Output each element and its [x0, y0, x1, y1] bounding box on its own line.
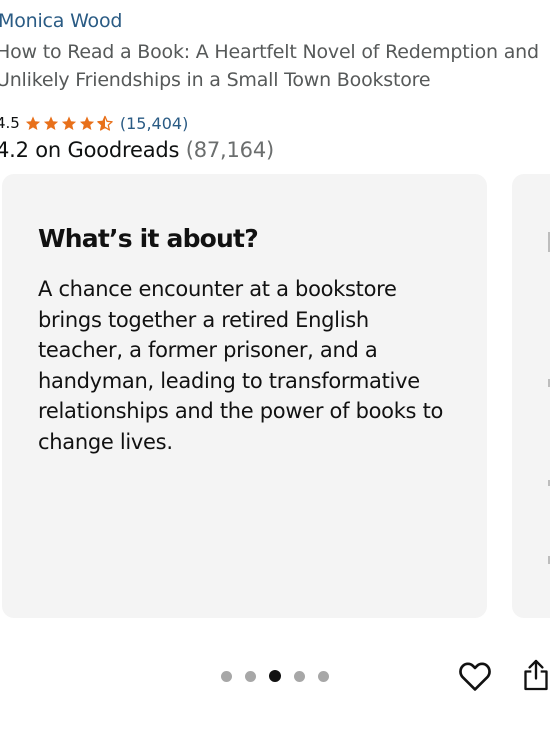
rating-row[interactable]: 4.5 (15,404): [0, 112, 188, 134]
goodreads-rating: 4.2 on Goodreads (87,164): [0, 138, 274, 162]
goodreads-count: (87,164): [185, 138, 274, 162]
page-dot[interactable]: [294, 670, 305, 682]
card-heading: What’s it about?: [38, 224, 259, 253]
card-body: A chance encounter at a bookstore brings…: [38, 277, 444, 454]
page-dot[interactable]: [318, 670, 329, 682]
share-icon[interactable]: [522, 658, 550, 692]
star-full-icon: [79, 115, 94, 130]
carousel-pagination: [221, 670, 329, 682]
star-full-icon: [61, 115, 76, 130]
page-dot[interactable]: [245, 670, 256, 682]
review-count-link[interactable]: (15,404): [120, 114, 188, 133]
rating-value: 4.5: [0, 114, 20, 132]
star-rating: [24, 115, 114, 132]
star-full-icon: [43, 115, 58, 130]
product-page: Monica Wood How to Read a Book: A Heartf…: [0, 0, 550, 733]
heart-icon[interactable]: [458, 660, 492, 692]
carousel-card-about[interactable]: What’s it about? A chance encounter at a…: [2, 174, 487, 618]
goodreads-score: 4.2 on Goodreads: [0, 138, 180, 162]
star-half-icon: [97, 115, 113, 131]
author-link[interactable]: Monica Wood: [0, 10, 122, 32]
page-dot[interactable]: [221, 670, 232, 682]
book-title: How to Read a Book: A Heartfelt Novel of…: [0, 41, 539, 91]
carousel-card-next[interactable]: [512, 174, 550, 618]
star-full-icon: [25, 115, 40, 130]
page-dot-active[interactable]: [269, 670, 281, 682]
